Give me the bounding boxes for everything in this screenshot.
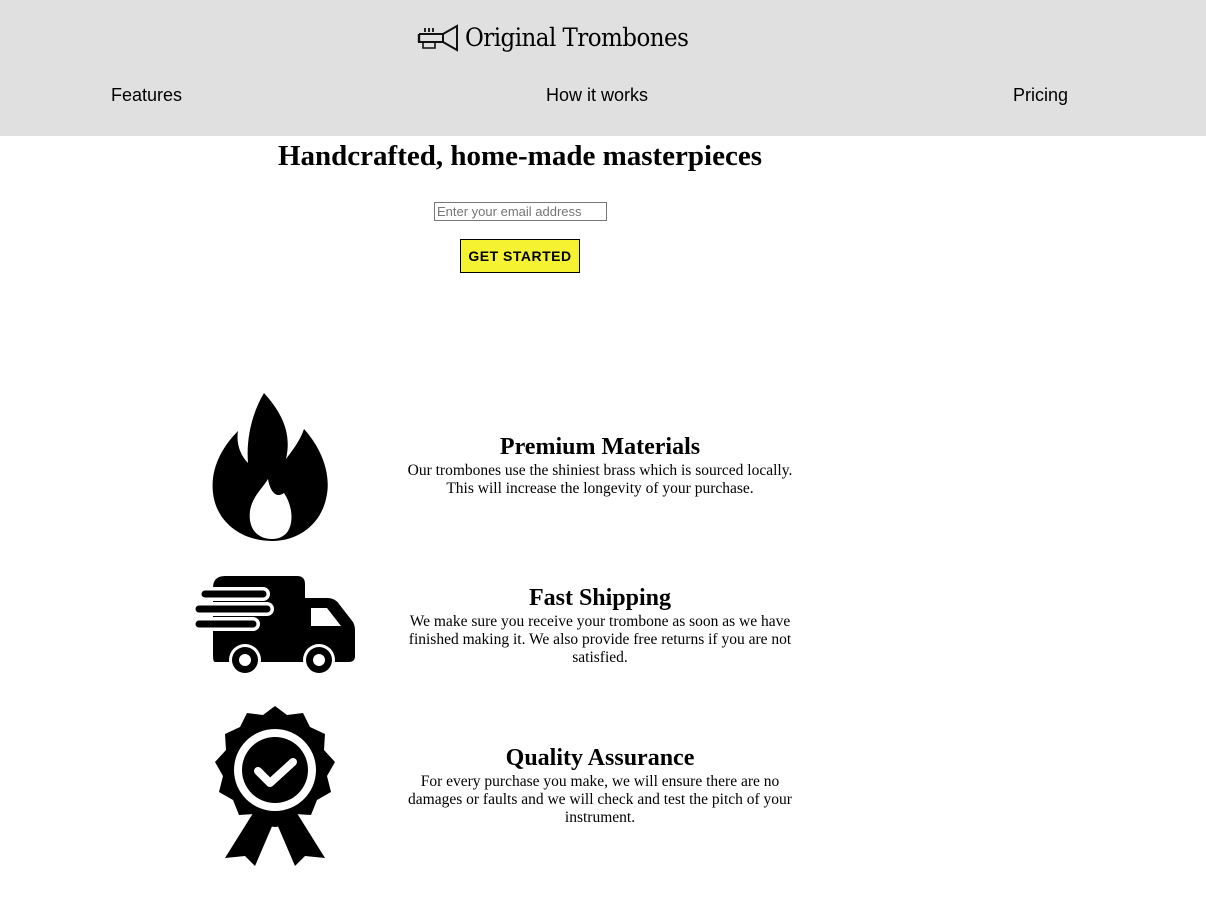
logo-text: Original Trombones	[465, 22, 689, 52]
fire-icon	[212, 393, 330, 541]
logo[interactable]: Original Trombones	[417, 20, 708, 54]
feature-title-quality-assurance: Quality Assurance	[505, 745, 695, 771]
badge-check-icon	[211, 706, 339, 868]
nav-link-pricing[interactable]: Pricing	[1013, 85, 1068, 106]
nav-link-how-it-works[interactable]: How it works	[546, 85, 648, 106]
trombone-icon	[417, 22, 459, 52]
get-started-button[interactable]: GET STARTED	[460, 239, 580, 273]
feature-title-premium-materials: Premium Materials	[499, 434, 701, 460]
truck-icon	[195, 576, 355, 676]
email-input[interactable]	[434, 202, 607, 221]
feature-description-quality-assurance: For every purchase you make, we will ens…	[408, 773, 792, 826]
hero-title: Handcrafted, home-made masterpieces	[277, 140, 763, 172]
feature-description-fast-shipping: We make sure you receive your trombone a…	[408, 613, 792, 666]
site-header: Original Trombones Features How it works…	[0, 0, 1206, 136]
feature-title-fast-shipping: Fast Shipping	[528, 585, 672, 611]
nav-link-features[interactable]: Features	[111, 85, 182, 106]
feature-description-premium-materials: Our trombones use the shiniest brass whi…	[407, 462, 793, 497]
